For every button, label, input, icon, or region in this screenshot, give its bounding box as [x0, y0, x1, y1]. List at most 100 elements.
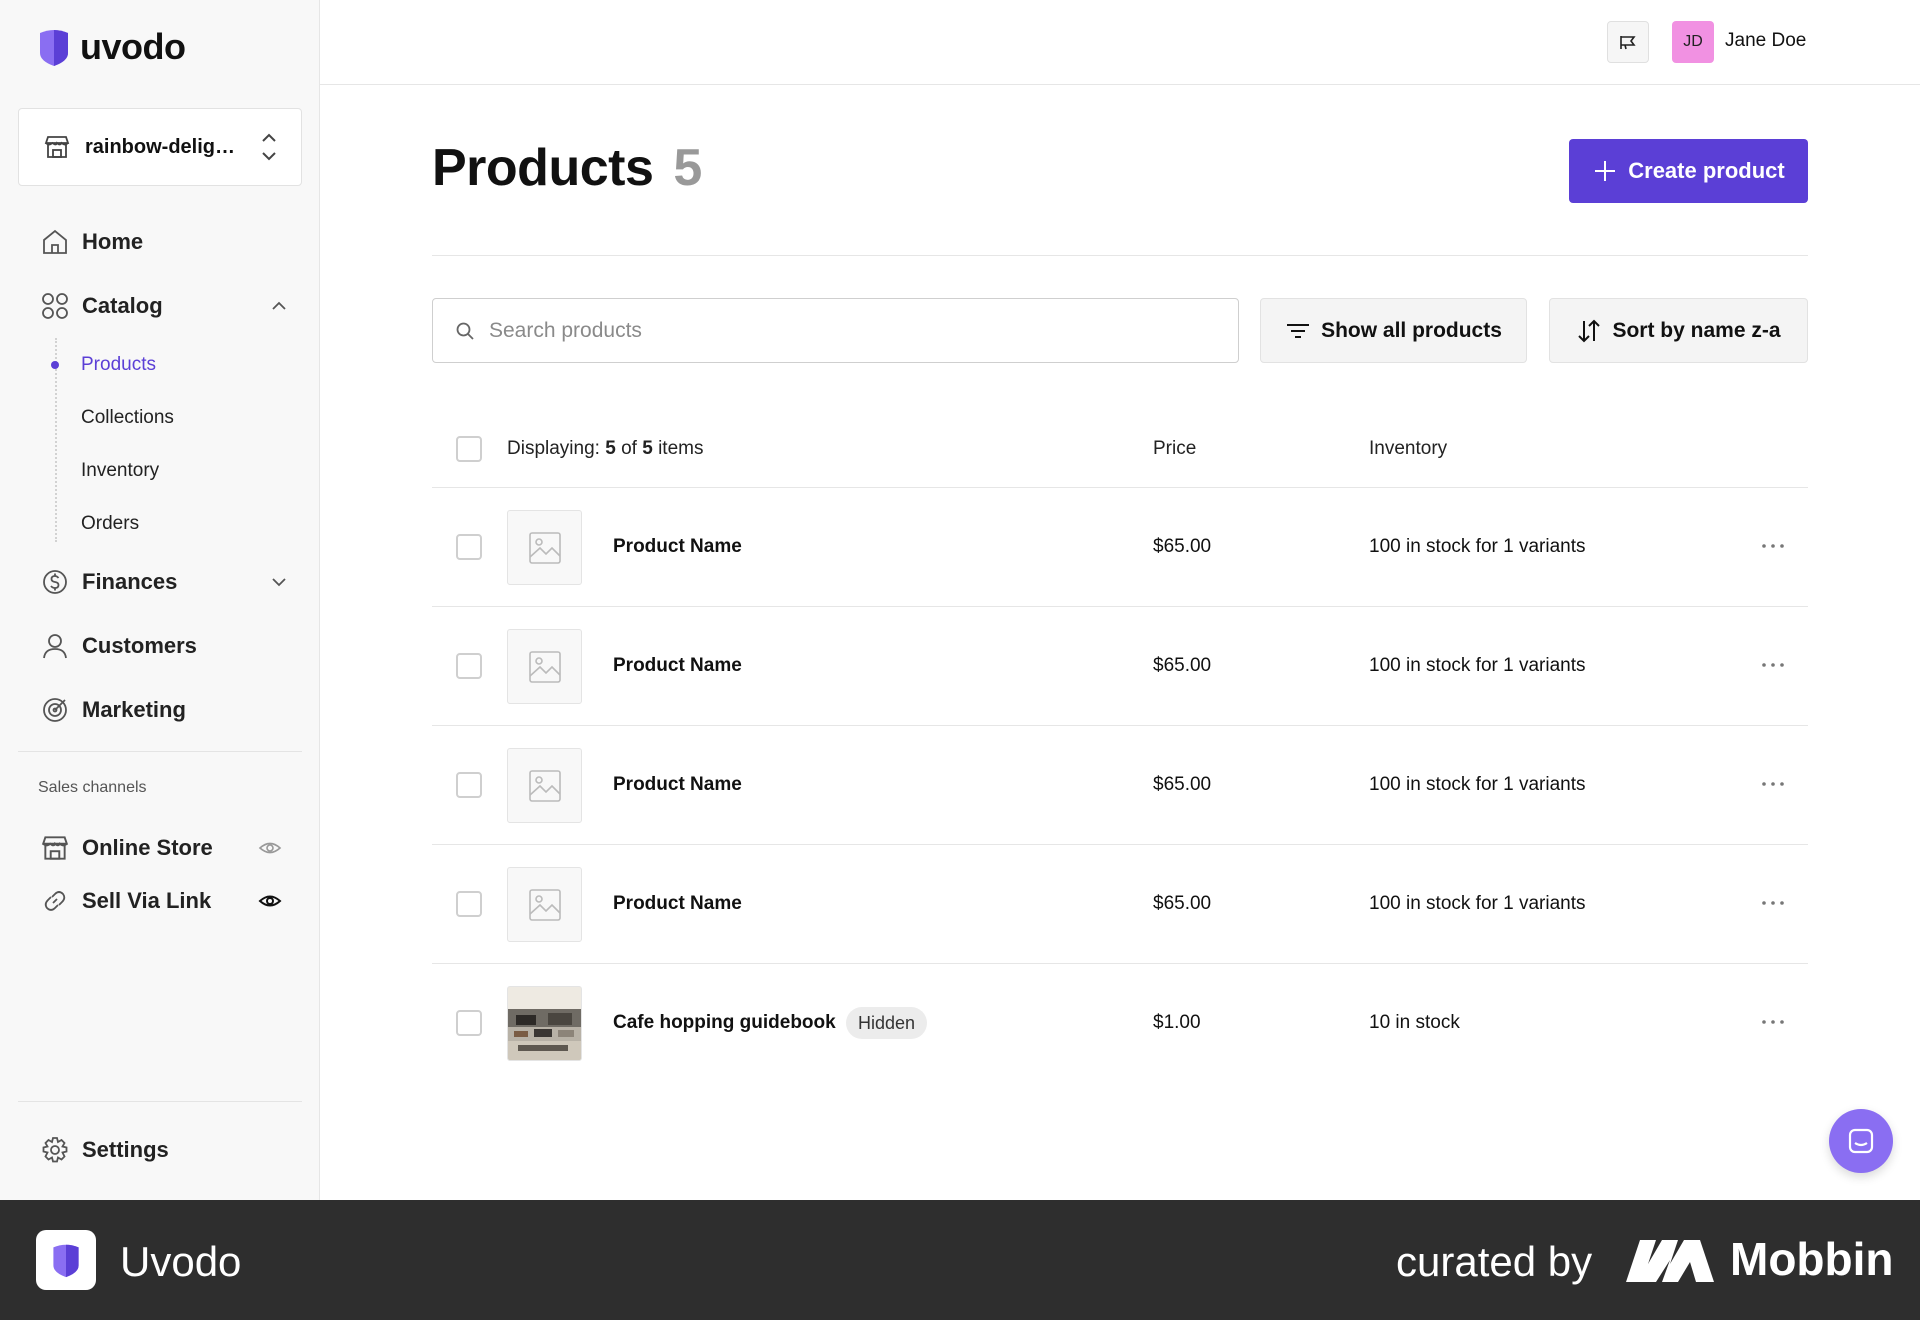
product-thumbnail[interactable]	[507, 748, 582, 823]
create-product-label: Create product	[1628, 158, 1785, 183]
product-thumbnail[interactable]	[507, 986, 582, 1061]
select-all-checkbox[interactable]	[456, 435, 482, 462]
items-text: items	[658, 437, 704, 459]
subnav-orders-label: Orders	[81, 512, 140, 534]
sidebar: uvodo rainbow-delight... Home Catalog Pr…	[0, 0, 320, 1200]
table-row[interactable]: Product Name $65.00 100 in stock for 1 v…	[432, 607, 1808, 726]
product-name[interactable]: Product Name	[613, 536, 742, 558]
channel-sell-via-link[interactable]: Sell Via Link	[0, 875, 320, 927]
displaying-count: Displaying: 5 of 5 items	[507, 438, 703, 460]
avatar[interactable]: JD	[1672, 21, 1714, 63]
product-price: $65.00	[1153, 655, 1212, 676]
home-icon	[43, 229, 67, 254]
topbar: JD Jane Doe	[320, 0, 1920, 85]
subnav-products-label: Products	[81, 353, 156, 375]
product-inventory: 100 in stock for 1 variants	[1369, 536, 1586, 557]
eye-icon[interactable]	[258, 889, 282, 913]
user-name[interactable]: Jane Doe	[1725, 30, 1806, 52]
store-switcher[interactable]: rainbow-delight...	[18, 108, 302, 186]
page-title: Products 5	[432, 138, 702, 198]
customers-icon	[43, 634, 67, 659]
cafe-photo-thumbnail	[508, 987, 581, 1060]
product-thumbnail[interactable]	[507, 629, 582, 704]
plus-icon	[1595, 161, 1616, 181]
catalog-subnav: Products Collections Inventory Orders	[51, 338, 320, 550]
row-checkbox[interactable]	[456, 772, 482, 798]
mobbin-logo-icon	[1626, 1240, 1714, 1282]
table-row[interactable]: Product Name $65.00 100 in stock for 1 v…	[432, 845, 1808, 964]
nav-item-customers[interactable]: Customers	[0, 614, 320, 678]
filter-label: Show all products	[1321, 318, 1502, 342]
gear-icon	[42, 1137, 68, 1163]
row-checkbox[interactable]	[456, 1010, 482, 1036]
column-header-price[interactable]: Price	[1153, 438, 1196, 460]
nav-item-marketing[interactable]: Marketing	[0, 678, 320, 742]
store-icon	[41, 836, 69, 860]
product-price: $65.00	[1153, 893, 1212, 914]
sort-button[interactable]: Sort by name z-a	[1549, 298, 1808, 363]
product-name[interactable]: Product Name	[613, 774, 742, 796]
product-thumbnail[interactable]	[507, 510, 582, 585]
product-inventory: 10 in stock	[1369, 1012, 1460, 1033]
channel-sell-via-link-label: Sell Via Link	[82, 888, 212, 913]
footer-banner: Uvodo curated by Mobbin	[0, 1200, 1920, 1320]
store-icon	[44, 136, 70, 158]
displaying-prefix: Displaying:	[507, 437, 600, 459]
product-inventory: 100 in stock for 1 variants	[1369, 893, 1586, 914]
uvodo-logo[interactable]: uvodo	[38, 26, 186, 68]
chat-support-button[interactable]	[1829, 1109, 1893, 1173]
subnav-products[interactable]: Products	[51, 338, 320, 391]
product-count: 5	[673, 139, 702, 197]
chevron-up-icon[interactable]	[268, 295, 290, 317]
megaphone-icon	[1620, 36, 1636, 50]
row-checkbox[interactable]	[456, 534, 482, 560]
subnav-inventory[interactable]: Inventory	[81, 444, 320, 497]
marketing-icon	[43, 698, 67, 722]
search-box[interactable]	[432, 298, 1239, 363]
subnav-orders[interactable]: Orders	[81, 497, 320, 550]
chevron-down-icon[interactable]	[268, 571, 290, 593]
nav-item-finances[interactable]: Finances	[0, 550, 320, 614]
subnav-collections-label: Collections	[81, 406, 174, 428]
sales-channels-label: Sales channels	[38, 779, 147, 796]
sort-arrows-icon	[1578, 319, 1601, 342]
nav-label-customers: Customers	[82, 633, 197, 658]
footer-app-name: Uvodo	[120, 1238, 242, 1285]
product-name[interactable]: Product Name	[613, 655, 742, 677]
image-placeholder-icon	[528, 769, 561, 802]
more-options-icon[interactable]	[1759, 1010, 1787, 1034]
announcements-button[interactable]	[1607, 21, 1649, 63]
more-options-icon[interactable]	[1759, 891, 1787, 915]
table-header: Displaying: 5 of 5 items Price Inventory	[432, 410, 1808, 488]
product-name[interactable]: Cafe hopping guidebook	[613, 1012, 836, 1034]
table-row[interactable]: Product Name $65.00 100 in stock for 1 v…	[432, 726, 1808, 845]
subnav-inventory-label: Inventory	[81, 459, 160, 481]
search-input[interactable]	[489, 318, 1238, 343]
product-price: $1.00	[1153, 1012, 1201, 1033]
subnav-collections[interactable]: Collections	[81, 391, 320, 444]
filter-icon	[1287, 323, 1310, 338]
nav-label-home: Home	[82, 229, 144, 254]
product-name[interactable]: Product Name	[613, 893, 742, 915]
row-checkbox[interactable]	[456, 891, 482, 917]
table-row[interactable]: Cafe hopping guidebook Hidden $1.00 10 i…	[432, 964, 1808, 1083]
logo-text: uvodo	[80, 26, 186, 67]
nav-label-finances: Finances	[82, 569, 178, 594]
more-options-icon[interactable]	[1759, 772, 1787, 796]
column-header-inventory[interactable]: Inventory	[1369, 438, 1447, 460]
eye-icon[interactable]	[258, 836, 282, 860]
product-thumbnail[interactable]	[507, 867, 582, 942]
more-options-icon[interactable]	[1759, 653, 1787, 677]
nav-item-home[interactable]: Home	[0, 210, 320, 274]
filter-button[interactable]: Show all products	[1260, 298, 1527, 363]
channel-online-store[interactable]: Online Store	[0, 822, 320, 874]
settings-label: Settings	[82, 1137, 169, 1162]
store-name: rainbow-delight...	[85, 135, 247, 158]
nav-item-settings[interactable]: Settings	[0, 1118, 320, 1182]
row-checkbox[interactable]	[456, 653, 482, 679]
more-options-icon[interactable]	[1759, 534, 1787, 558]
sidebar-divider	[18, 751, 302, 752]
create-product-button[interactable]: Create product	[1569, 139, 1808, 203]
nav-item-catalog[interactable]: Catalog	[0, 274, 320, 338]
table-row[interactable]: Product Name $65.00 100 in stock for 1 v…	[432, 488, 1808, 607]
